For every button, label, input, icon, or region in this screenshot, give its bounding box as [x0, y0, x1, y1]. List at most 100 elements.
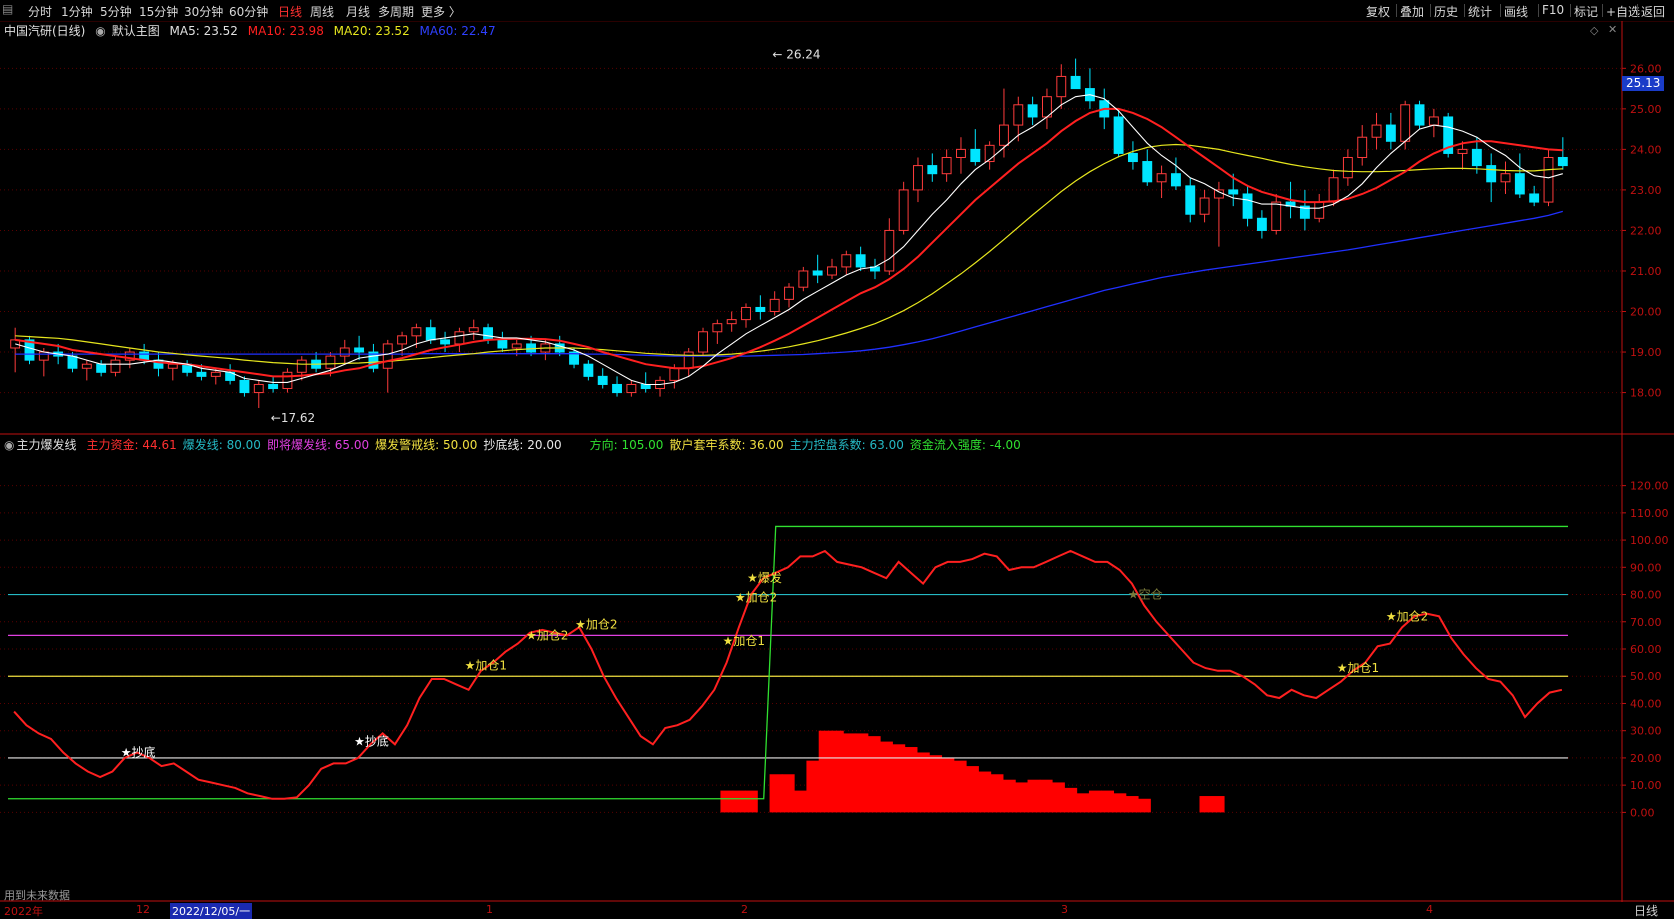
- main-tick-label-2: 24.00: [1630, 143, 1662, 156]
- candle-body: [1342, 156, 1353, 179]
- candle-body: [1471, 148, 1482, 167]
- candle-body: [1256, 217, 1267, 231]
- signal-label-1: ★抄底: [354, 734, 389, 749]
- capital-bar: [855, 733, 869, 813]
- candle-body: [640, 383, 651, 390]
- candle-body: [999, 124, 1009, 146]
- candle-body: [1213, 189, 1224, 199]
- candle-body: [167, 363, 178, 369]
- signal-label-8: ★空仓: [1128, 588, 1163, 602]
- ma5-line: [15, 94, 1563, 386]
- capital-bar: [1125, 796, 1139, 813]
- capital-bar: [806, 760, 820, 813]
- candle-body: [425, 327, 436, 341]
- signal-label-2: ★加仓1: [465, 658, 507, 672]
- candle-body: [382, 343, 393, 369]
- candle-body: [483, 327, 494, 341]
- capital-bar: [843, 733, 857, 813]
- capital-bar: [953, 760, 967, 813]
- candle-body: [1113, 116, 1124, 154]
- candle-body: [1271, 201, 1282, 231]
- sub-tick-label-12: 0.00: [1630, 806, 1655, 819]
- candle-body: [1242, 193, 1253, 219]
- sub-tick-label-11: 10.00: [1630, 779, 1662, 792]
- candle-body: [1156, 173, 1167, 183]
- main-tick-label-0: 26.00: [1630, 62, 1662, 75]
- capital-bar: [1113, 793, 1127, 813]
- candle-body: [583, 363, 594, 377]
- capital-bar: [978, 771, 992, 813]
- candle-body: [468, 327, 479, 333]
- candle-body: [741, 306, 751, 321]
- future-data-note: 用到未来数据: [4, 889, 70, 902]
- candle-body: [812, 270, 823, 276]
- sub-tick-label-0: 120.00: [1630, 480, 1669, 493]
- main-tick-label-8: 18.00: [1630, 387, 1662, 400]
- capital-bar: [892, 744, 906, 813]
- main-tick-label-5: 21.00: [1630, 265, 1662, 278]
- candle-body: [683, 351, 694, 369]
- sub-tick-label-1: 110.00: [1630, 507, 1669, 520]
- capital-bar: [916, 752, 930, 813]
- month-label-12: 12: [136, 903, 150, 916]
- candle-body: [1170, 173, 1181, 187]
- candle-body: [1199, 197, 1210, 215]
- capital-bar: [745, 790, 758, 813]
- capital-bar: [1015, 782, 1029, 813]
- candle-body: [1357, 136, 1368, 158]
- main-tick-label-3: 23.00: [1630, 184, 1662, 197]
- candle-body: [941, 156, 952, 175]
- stock-chart[interactable]: 26.0025.0024.0023.0022.0021.0020.0019.00…: [0, 0, 1674, 917]
- candle-body: [712, 323, 723, 333]
- candle-body: [196, 371, 207, 377]
- sub-tick-label-2: 100.00: [1630, 534, 1669, 547]
- capital-bar: [1052, 782, 1065, 813]
- capital-bar: [732, 790, 746, 813]
- candle-body: [927, 165, 938, 175]
- candle-body: [411, 327, 422, 337]
- signal-label-5: ★加仓1: [723, 634, 765, 648]
- capital-bar: [1101, 790, 1115, 813]
- capital-bar: [867, 736, 881, 813]
- candle-body: [253, 383, 264, 394]
- candle-body: [440, 339, 451, 345]
- sub-tick-label-9: 30.00: [1630, 725, 1662, 738]
- candle-body: [339, 347, 350, 357]
- sub-tick-label-3: 90.00: [1630, 561, 1662, 574]
- capital-bar: [904, 747, 918, 813]
- candle-body: [1228, 189, 1239, 195]
- candle-body: [626, 383, 637, 394]
- capital-bar: [941, 757, 955, 813]
- capital-bar: [818, 730, 832, 813]
- candle-body: [855, 254, 866, 268]
- candle-body: [1070, 75, 1081, 90]
- capital-bar: [1027, 779, 1041, 813]
- signal-label-3: ★加仓2: [526, 628, 568, 642]
- candle-body: [1400, 104, 1411, 142]
- candle-body: [296, 359, 307, 373]
- sub-tick-label-4: 80.00: [1630, 589, 1662, 602]
- candle-body: [884, 229, 895, 272]
- candle-body: [798, 270, 809, 288]
- candle-body: [1127, 152, 1138, 163]
- capital-bar: [929, 755, 943, 813]
- main-tick-label-6: 20.00: [1630, 306, 1662, 319]
- candle-body: [597, 375, 608, 385]
- capital-bar: [1088, 790, 1102, 813]
- candle-body: [1142, 161, 1153, 183]
- candle-body: [755, 306, 766, 313]
- candle-body: [454, 331, 465, 345]
- signal-label-0: ★抄底: [121, 744, 156, 759]
- candle-body: [726, 319, 737, 325]
- signal-label-9: ★加仓1: [1337, 661, 1379, 675]
- candle-body: [827, 266, 837, 276]
- capital-bar: [1039, 779, 1053, 813]
- capital-bar: [1064, 787, 1078, 813]
- candle-body: [1529, 193, 1540, 203]
- signal-label-6: ★加仓2: [735, 590, 777, 604]
- capital-bars-group: [720, 730, 1225, 813]
- capital-bar: [1076, 793, 1090, 813]
- candle-body: [268, 383, 279, 390]
- current-price-tag: 25.13: [1622, 76, 1665, 91]
- price-annotation-0: ← 26.24: [772, 48, 820, 62]
